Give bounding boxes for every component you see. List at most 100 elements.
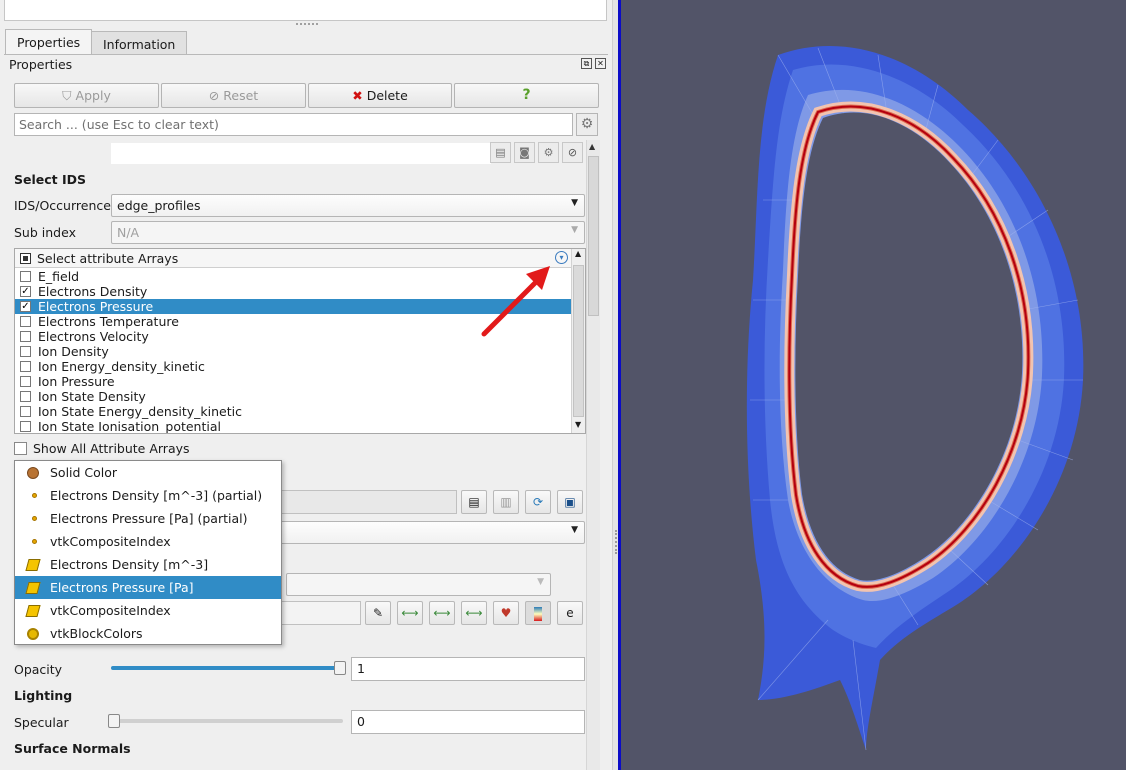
coloring-menu-item[interactable]: vtkCompositeIndex <box>15 530 281 553</box>
attribute-row[interactable]: Ion Energy_density_kinetic <box>15 359 571 374</box>
attribute-checkbox[interactable] <box>20 361 31 372</box>
undock-icon[interactable]: ⧉ <box>581 58 592 69</box>
scroll-up-icon[interactable]: ▲ <box>575 249 581 258</box>
scrollbar-thumb[interactable] <box>573 265 584 417</box>
attribute-label: Ion State Energy_density_kinetic <box>38 404 242 419</box>
reset-button[interactable]: ⊘ Reset <box>161 83 306 108</box>
attribute-label: Electrons Pressure <box>38 299 154 314</box>
attribute-checkbox[interactable] <box>20 391 31 402</box>
chevron-down-icon: ▼ <box>571 525 578 535</box>
properties-scroll-area: ▤ ◙ ⚙ ⊘ Select IDS IDS/Occurrence edge_p… <box>4 140 586 770</box>
panel-title: Properties <box>9 57 73 72</box>
chevron-down-icon: ▼ <box>571 198 578 208</box>
coloring-menu-item[interactable]: Electrons Density [m^-3] <box>15 553 281 576</box>
properties-scrollbar[interactable]: ▲ <box>586 140 600 770</box>
coloring-menu-item[interactable]: vtkBlockColors <box>15 622 281 645</box>
chevron-down-icon: ▼ <box>537 577 544 587</box>
folder-icon[interactable]: ▤ <box>490 142 511 163</box>
hidden-field-2 <box>280 601 361 625</box>
select-all-checkbox[interactable] <box>20 253 31 264</box>
tab-properties[interactable]: Properties <box>5 29 93 55</box>
tab-information[interactable]: Information <box>91 31 188 55</box>
attribute-checkbox[interactable]: ✓ <box>20 301 31 312</box>
attribute-checkbox[interactable] <box>20 271 31 282</box>
show-all-label: Show All Attribute Arrays <box>33 441 190 456</box>
attribute-label: Ion State Density <box>38 389 146 404</box>
attribute-row[interactable]: Ion State Energy_density_kinetic <box>15 404 571 419</box>
scroll-down-icon[interactable]: ▼ <box>575 420 581 429</box>
opacity-input[interactable]: 1 <box>351 657 585 681</box>
cell-data-icon <box>25 582 41 594</box>
delete-button[interactable]: ✖ Delete <box>308 83 452 108</box>
attribute-checkbox[interactable]: ✓ <box>20 286 31 297</box>
coloring-menu-item[interactable]: Electrons Pressure [Pa] <box>15 576 281 599</box>
coloring-menu-item-label: Electrons Pressure [Pa] (partial) <box>50 511 248 526</box>
specular-label: Specular <box>14 715 69 730</box>
rescale-data-icon[interactable]: ⟷ <box>397 601 423 625</box>
apply-button[interactable]: ⛉ Apply <box>14 83 159 108</box>
sub-index-select[interactable]: N/A ▼ <box>111 221 585 244</box>
attribute-checkbox[interactable] <box>20 331 31 342</box>
rescale-custom-icon[interactable]: ⟷ <box>429 601 455 625</box>
gear-icon[interactable]: ⚙ <box>576 113 598 136</box>
attribute-row[interactable]: Ion Density <box>15 344 571 359</box>
scrollbar-thumb[interactable] <box>588 156 599 316</box>
camera-icon[interactable]: ◙ <box>514 142 535 163</box>
coloring-menu-item[interactable]: Electrons Pressure [Pa] (partial) <box>15 507 281 530</box>
attribute-list-scrollbar[interactable]: ▲ ▼ <box>571 249 585 433</box>
opacity-label: Opacity <box>14 662 63 677</box>
annotation-arrow <box>481 266 550 337</box>
splitter-grip-icon[interactable] <box>615 530 617 554</box>
opacity-slider-track[interactable] <box>111 666 343 670</box>
render-view[interactable] <box>618 0 1126 770</box>
attribute-checkbox[interactable] <box>20 316 31 327</box>
settings-icon[interactable]: ⚙ <box>538 142 559 163</box>
ids-occurrence-select[interactable]: edge_profiles ▼ <box>111 194 585 217</box>
coloring-menu-item[interactable]: vtkCompositeIndex <box>15 599 281 622</box>
panel-splitter-grip[interactable] <box>296 23 318 25</box>
specular-input[interactable]: 0 <box>351 710 585 734</box>
component-select[interactable]: ▼ <box>286 573 551 596</box>
apply-icon: ⛉ <box>62 88 72 103</box>
specular-slider-handle[interactable] <box>108 714 120 728</box>
attribute-label: E_field <box>38 269 80 284</box>
save-icon[interactable]: ▣ <box>557 490 583 514</box>
cancel-icon[interactable]: ⊘ <box>562 142 583 163</box>
coloring-dropdown-menu: Solid Color Electrons Density [m^-3] (par… <box>14 460 282 645</box>
refresh-icon[interactable]: ⟳ <box>525 490 551 514</box>
apply-button-label: Apply <box>75 88 111 103</box>
coloring-menu-item-label: vtkCompositeIndex <box>50 603 171 618</box>
specular-slider-track[interactable] <box>111 719 343 723</box>
select-ids-heading: Select IDS <box>14 172 87 187</box>
point-data-icon <box>32 493 37 498</box>
coloring-menu-item[interactable]: Solid Color <box>15 461 281 484</box>
scroll-up-icon[interactable]: ▲ <box>589 142 595 151</box>
coloring-menu-item-label: Solid Color <box>50 465 118 480</box>
close-icon[interactable]: ✕ <box>595 58 606 69</box>
attribute-row[interactable]: Ion State Density <box>15 389 571 404</box>
attribute-checkbox[interactable] <box>20 346 31 357</box>
rescale-temporal-icon[interactable]: ⟷ <box>461 601 487 625</box>
cell-data-icon <box>25 605 41 617</box>
cell-data-icon <box>25 559 41 571</box>
attribute-row[interactable]: Ion State Ionisation_potential <box>15 419 571 433</box>
surface-normals-heading: Surface Normals <box>14 741 131 756</box>
attribute-checkbox[interactable] <box>20 421 31 432</box>
opacity-slider-handle[interactable] <box>334 661 346 675</box>
representation-select[interactable]: ▼ <box>280 521 585 544</box>
search-input[interactable]: Search ... (use Esc to clear text) <box>14 113 573 136</box>
attribute-row[interactable]: Ion Pressure <box>15 374 571 389</box>
chevron-down-icon: ▼ <box>571 225 578 235</box>
favorites-icon[interactable]: ♥ <box>493 601 519 625</box>
copy-icon[interactable]: ▤ <box>461 490 487 514</box>
attribute-checkbox[interactable] <box>20 376 31 387</box>
show-all-box[interactable] <box>14 442 27 455</box>
paste-icon[interactable]: ▥ <box>493 490 519 514</box>
attribute-checkbox[interactable] <box>20 406 31 417</box>
colorbar-icon[interactable] <box>525 601 551 625</box>
coloring-menu-item[interactable]: Electrons Density [m^-3] (partial) <box>15 484 281 507</box>
help-button[interactable]: ? <box>454 83 599 108</box>
color-legend-icon[interactable]: e <box>557 601 583 625</box>
delete-icon: ✖ <box>352 88 363 103</box>
edit-colormap-icon[interactable]: ✎ <box>365 601 391 625</box>
